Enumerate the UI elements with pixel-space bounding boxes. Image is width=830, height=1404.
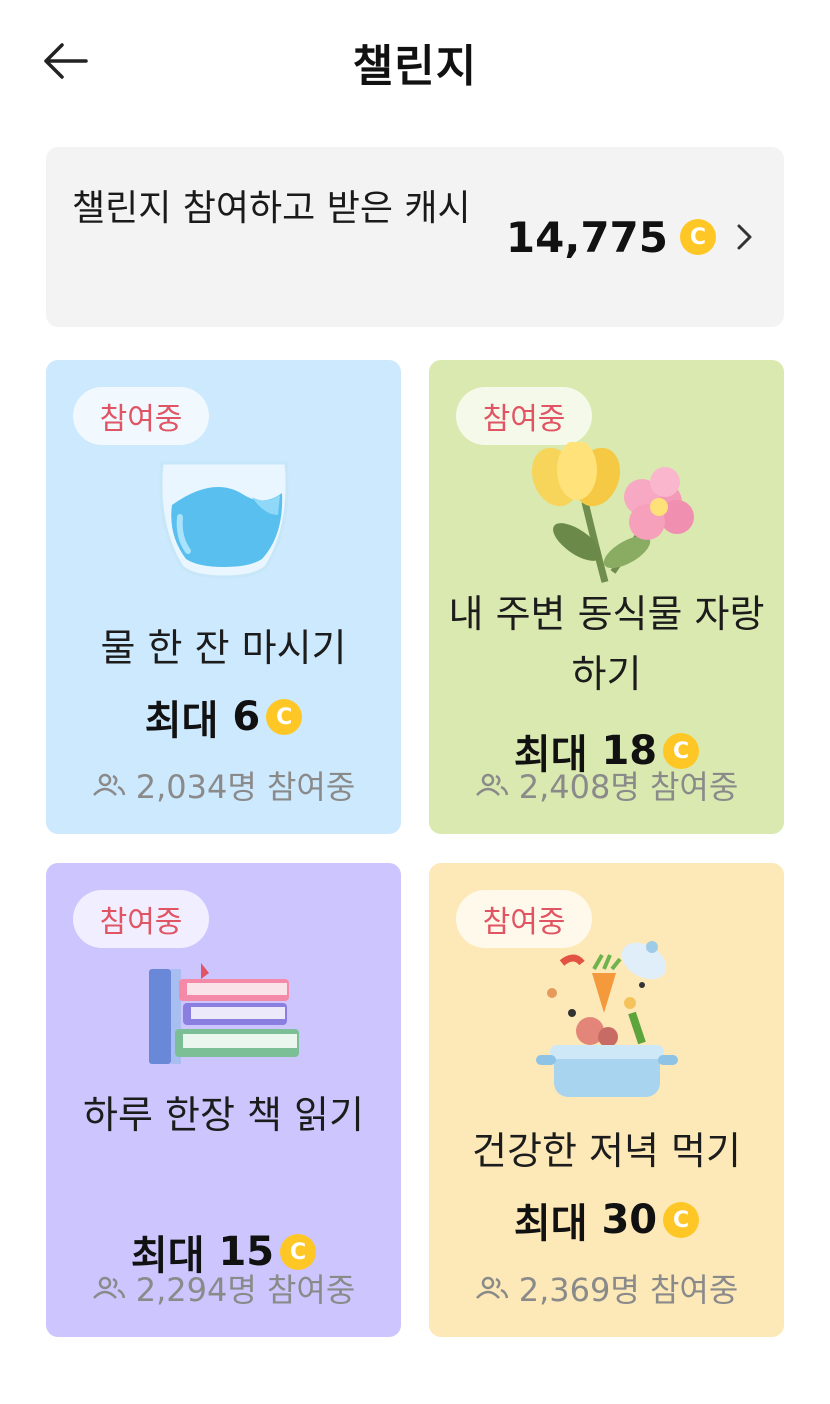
challenge-card-books[interactable]: 참여중 하루 한장 책 읽기 최대 15 C 2,294명 참여중 (46, 863, 401, 1337)
participant-count: 2,369명 참여중 (429, 1265, 784, 1311)
flowers-icon (429, 442, 784, 587)
reward-amount: 30 (601, 1197, 658, 1243)
participant-count: 2,034명 참여중 (46, 762, 401, 808)
participating-badge: 참여중 (73, 890, 209, 948)
challenge-reward: 최대 6 C (46, 688, 401, 746)
challenge-card-plants[interactable]: 참여중 내 주변 동식물 자랑하기 최대 18 C 2,408명 참여중 (429, 360, 784, 834)
header: 챌린지 (0, 0, 830, 120)
people-icon (92, 773, 125, 796)
reward-prefix: 최대 (144, 698, 219, 744)
participant-count: 2,408명 참여중 (429, 762, 784, 808)
people-icon (475, 1276, 508, 1299)
coin-icon: C (680, 219, 716, 255)
reward-prefix: 최대 (513, 1201, 588, 1247)
participant-count: 2,294명 참여중 (46, 1265, 401, 1311)
people-icon (92, 1276, 125, 1299)
participating-badge: 참여중 (73, 387, 209, 445)
cash-summary-card[interactable]: 챌린지 참여하고 받은 캐시 14,775 C (46, 147, 784, 327)
challenge-title: 건강한 저녁 먹기 (472, 1129, 741, 1173)
challenge-card-dinner[interactable]: 참여중 건강한 저녁 먹기 최대 30 C 2,369명 참여중 (429, 863, 784, 1337)
water-glass-icon (46, 455, 401, 580)
people-icon (475, 773, 508, 796)
challenge-title: 물 한 잔 마시기 (100, 626, 347, 670)
challenge-title: 하루 한장 책 읽기 (83, 1093, 364, 1137)
cash-summary-label: 챌린지 참여하고 받은 캐시 (72, 188, 471, 229)
cooking-pot-icon (429, 933, 784, 1108)
reward-amount: 6 (232, 694, 261, 740)
coin-icon: C (663, 1202, 700, 1238)
challenge-title: 내 주변 동식물 자랑하기 (448, 592, 765, 696)
coin-icon: C (266, 699, 303, 735)
books-icon (46, 961, 401, 1076)
cash-summary-value: 14,775 C (506, 207, 754, 267)
chevron-right-icon (737, 224, 752, 250)
challenge-card-water[interactable]: 참여중 물 한 잔 마시기 최대 6 C 2,034명 참여중 (46, 360, 401, 834)
page-title: 챌린지 (352, 41, 478, 92)
cash-amount: 14,775 (505, 212, 668, 262)
participating-badge: 참여중 (456, 387, 592, 445)
challenge-reward: 최대 30 C (429, 1191, 784, 1249)
